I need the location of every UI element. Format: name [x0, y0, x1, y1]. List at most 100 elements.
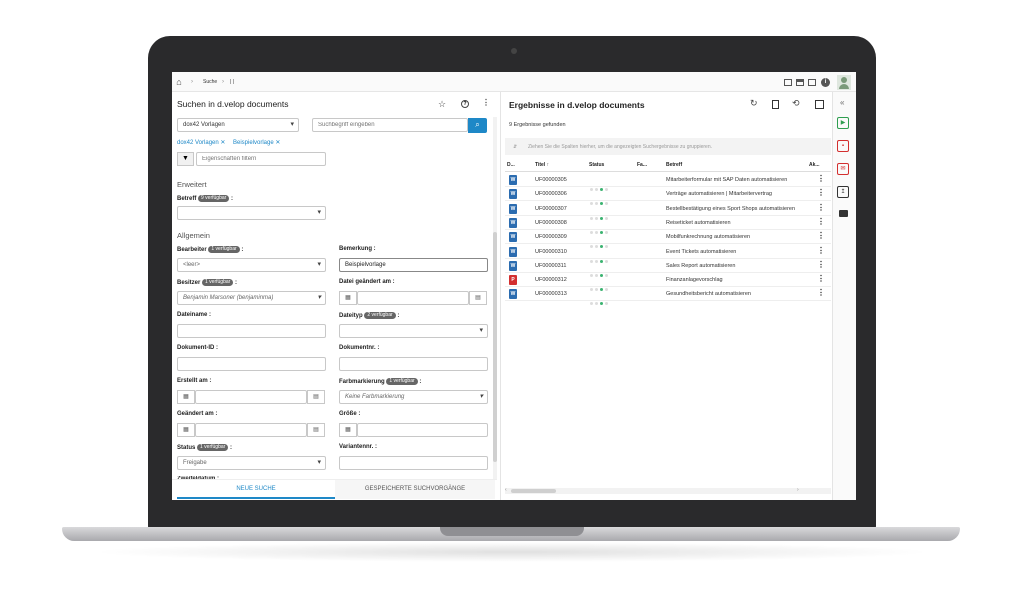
row-actions-icon[interactable]: ⋮: [817, 288, 825, 297]
row-title[interactable]: UF00000312: [535, 277, 567, 283]
sort-up-icon[interactable]: ↑: [547, 162, 550, 168]
calendar-icon[interactable]: ▦: [177, 423, 195, 437]
column-status[interactable]: Status: [589, 162, 604, 168]
row-title[interactable]: UF00000305: [535, 177, 567, 183]
betreff-select[interactable]: [177, 206, 326, 220]
breadcrumb[interactable]: Suche: [203, 79, 217, 85]
window-icon[interactable]: [796, 79, 804, 86]
home-icon[interactable]: ⌂: [174, 77, 184, 87]
besitzer-select[interactable]: Benjamin Marsoner (benjaminma): [177, 291, 326, 305]
row-title[interactable]: UF00000306: [535, 191, 567, 197]
table-row[interactable]: W UF00000311 Sales Report automatisieren ⋮: [505, 259, 831, 277]
datei-geaendert-input[interactable]: [357, 291, 469, 305]
calendar-picker-icon[interactable]: ▤: [469, 291, 487, 305]
row-actions-icon[interactable]: ⋮: [817, 246, 825, 255]
calendar-picker-icon[interactable]: ▤: [307, 423, 325, 437]
row-actions-icon[interactable]: ⋮: [817, 188, 825, 197]
copy-icon[interactable]: [772, 100, 779, 109]
scroll-left-icon[interactable]: ‹: [505, 487, 507, 493]
table-row[interactable]: W UF00000308 Reiseticket automatisieren ⋮: [505, 216, 831, 234]
row-actions-icon[interactable]: ⋮: [817, 231, 825, 240]
close-icon[interactable]: ✕: [275, 140, 280, 146]
available-badge: 9 verfügbar: [198, 195, 230, 202]
dateiname-input[interactable]: [177, 324, 326, 338]
avatar-head-icon: [841, 77, 847, 83]
scroll-right-icon[interactable]: ›: [797, 487, 799, 493]
filter-input[interactable]: [196, 152, 326, 166]
close-icon[interactable]: ✕: [220, 140, 225, 146]
row-subject: Mobilfunkrechnung automatisieren: [666, 234, 751, 241]
groesse-input[interactable]: [357, 423, 488, 437]
column-actions[interactable]: Ak...: [809, 162, 820, 168]
play-icon[interactable]: ▶: [837, 117, 849, 129]
pdf-icon[interactable]: ▪: [837, 140, 849, 152]
column-doc-type[interactable]: D...: [507, 162, 515, 168]
search-button[interactable]: ⌕: [468, 118, 487, 133]
row-title[interactable]: UF00000311: [535, 263, 566, 269]
table-row[interactable]: P UF00000312 Finanzanlagevorschlag ⋮: [505, 273, 831, 292]
refresh-icon[interactable]: ↻: [750, 98, 758, 109]
search-title: Suchen in d.velop documents: [177, 99, 289, 109]
row-actions-icon[interactable]: ⋮: [817, 203, 825, 212]
bemerkung-input[interactable]: Beispielvorlage: [339, 258, 488, 272]
row-title[interactable]: UF00000308: [535, 220, 567, 226]
calendar-icon[interactable]: ▦: [177, 390, 195, 404]
breadcrumb-sep: ›: [222, 79, 224, 85]
collapse-icon[interactable]: «: [840, 98, 844, 107]
row-actions-icon[interactable]: ⋮: [817, 217, 825, 226]
dokumentnr-input[interactable]: [339, 357, 488, 371]
briefcase-icon[interactable]: [839, 210, 848, 217]
dokument-id-input[interactable]: [177, 357, 326, 371]
search-input[interactable]: [312, 118, 468, 132]
table-row[interactable]: W UF00000310 Event Tickets automatisieren ⋮: [505, 245, 831, 263]
column-subject[interactable]: Betreff: [666, 162, 682, 168]
layout-icon[interactable]: [784, 79, 792, 86]
info-icon[interactable]: i: [821, 78, 830, 87]
chip-beispielvorlage[interactable]: Beispielvorlage ✕: [233, 139, 280, 146]
avatar[interactable]: [837, 75, 851, 90]
split-icon[interactable]: [808, 79, 816, 86]
table-row[interactable]: W UF00000305 Mitarbeiterformular mit SAP D…: [505, 173, 831, 191]
status-select[interactable]: Freigabe: [177, 456, 326, 470]
star-icon[interactable]: ☆: [438, 99, 446, 110]
help-icon[interactable]: ?: [461, 100, 469, 108]
dateityp-select[interactable]: [339, 324, 488, 338]
column-color[interactable]: Fa...: [637, 162, 647, 168]
table-row[interactable]: W UF00000306 Verträge automatisieren | Mit…: [505, 187, 831, 206]
chip-dox42[interactable]: dox42 Vorlagen ✕: [177, 139, 225, 146]
column-title[interactable]: Titel ↑: [535, 162, 549, 168]
status-dot-active: [600, 302, 603, 306]
erstellt-input[interactable]: [195, 390, 307, 404]
row-actions-icon[interactable]: ⋮: [817, 260, 825, 269]
filter-icon[interactable]: ▼: [177, 152, 194, 166]
farbmarkierung-select[interactable]: Keine Farbmarkierung: [339, 390, 488, 404]
table-row[interactable]: W UF00000307 Bestellbestätigung eines Spo…: [505, 202, 831, 220]
upload-icon[interactable]: ↥: [837, 186, 849, 198]
variantennr-input[interactable]: [339, 456, 488, 470]
category-select[interactable]: dox42 Vorlagen: [177, 118, 299, 132]
table-row[interactable]: W UF00000309 Mobilfunkrechnung automatisie…: [505, 230, 831, 249]
calculator-icon[interactable]: ▦: [339, 423, 357, 437]
calendar-picker-icon[interactable]: ▤: [307, 390, 325, 404]
groesse-label: Größe :: [339, 411, 361, 417]
row-title[interactable]: UF00000309: [535, 234, 567, 240]
geaendert-input[interactable]: [195, 423, 307, 437]
row-title[interactable]: UF00000310: [535, 249, 567, 255]
tab-new-search[interactable]: NEUE SUCHE: [177, 480, 335, 499]
mail-icon[interactable]: ✉: [837, 163, 849, 175]
columns-icon[interactable]: [815, 100, 824, 109]
row-actions-icon[interactable]: ⋮: [817, 174, 825, 183]
left-scrollbar-thumb[interactable]: [493, 232, 497, 462]
table-row[interactable]: W UF00000313 Gesundheitsbericht automatisi…: [505, 287, 831, 306]
row-title[interactable]: UF00000307: [535, 206, 567, 212]
erstellt-label: Erstellt am :: [177, 378, 212, 384]
row-actions-icon[interactable]: ⋮: [817, 274, 825, 283]
tab-saved-searches[interactable]: GESPEICHERTE SUCHVORGÄNGE: [335, 480, 495, 499]
calendar-icon[interactable]: ▦: [339, 291, 357, 305]
row-subject: Event Tickets automatisieren: [666, 248, 737, 255]
results-hscrollbar-thumb[interactable]: [511, 489, 556, 493]
more-icon[interactable]: ⋮: [482, 98, 490, 107]
history-icon[interactable]: ⟲: [792, 98, 800, 109]
bearbeiter-select[interactable]: <leer>: [177, 258, 326, 272]
row-title[interactable]: UF00000313: [535, 291, 567, 297]
